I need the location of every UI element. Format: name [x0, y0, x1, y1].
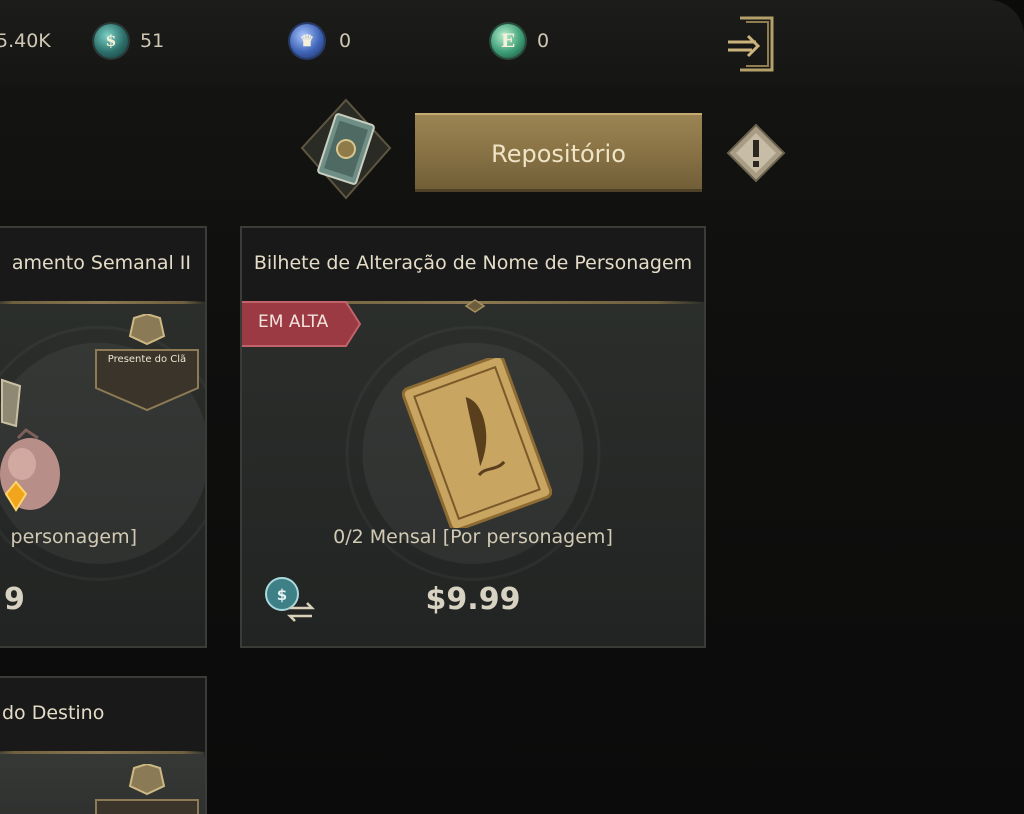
card-price[interactable]: 9 — [4, 582, 25, 617]
teal-currency-count: 51 — [140, 30, 165, 52]
green-currency-icon: E — [491, 24, 525, 58]
clan-gift-badge: Presente do Clã — [92, 312, 202, 412]
exit-icon[interactable] — [722, 12, 782, 76]
shop-card-destiny[interactable]: do Destino — [0, 676, 207, 814]
trending-tag: EM ALTA — [242, 300, 362, 348]
shop-card-name-change[interactable]: Bilhete de Alteração de Nome de Personag… — [240, 226, 706, 648]
green-currency-count: 0 — [537, 30, 550, 52]
currency-bar: 5.40K $ 51 ♛ 0 E 0 — [0, 0, 1024, 86]
divider-ornament-icon — [464, 299, 486, 313]
card-title: amento Semanal II — [11, 252, 191, 274]
alert-icon[interactable] — [726, 123, 786, 183]
clan-gift-label: Presente do Clã — [107, 354, 187, 365]
card-purchase-limit: personagem] — [10, 526, 137, 548]
teal-currency-glyph: $ — [105, 31, 117, 50]
blue-currency-count: 0 — [339, 30, 352, 52]
card-title: Bilhete de Alteração de Nome de Personag… — [253, 252, 693, 274]
blue-currency-glyph: ♛ — [299, 31, 315, 50]
card-icon[interactable] — [298, 98, 394, 200]
currency-amount-left: 5.40K — [0, 30, 51, 52]
card-title: do Destino — [2, 702, 105, 724]
green-currency-glyph: E — [500, 30, 516, 52]
loot-bag-icon — [0, 378, 60, 512]
card-divider — [0, 751, 205, 754]
card-divider — [0, 301, 205, 304]
repository-button[interactable]: Repositório — [415, 113, 702, 192]
trending-tag-label: EM ALTA — [258, 312, 329, 332]
name-change-ticket-icon — [402, 358, 552, 528]
card-purchase-limit: 0/2 Mensal [Por personagem] — [333, 526, 613, 548]
card-price[interactable]: $9.99 — [242, 582, 704, 617]
shop-screen: 5.40K $ 51 ♛ 0 E 0 Repositório amento Se… — [0, 0, 1024, 814]
clan-crest-icon — [95, 764, 199, 814]
teal-currency-icon: $ — [94, 24, 128, 58]
blue-currency-icon: ♛ — [290, 24, 324, 58]
shop-card-weekly[interactable]: amento Semanal II Presente do Clã person… — [0, 226, 207, 648]
